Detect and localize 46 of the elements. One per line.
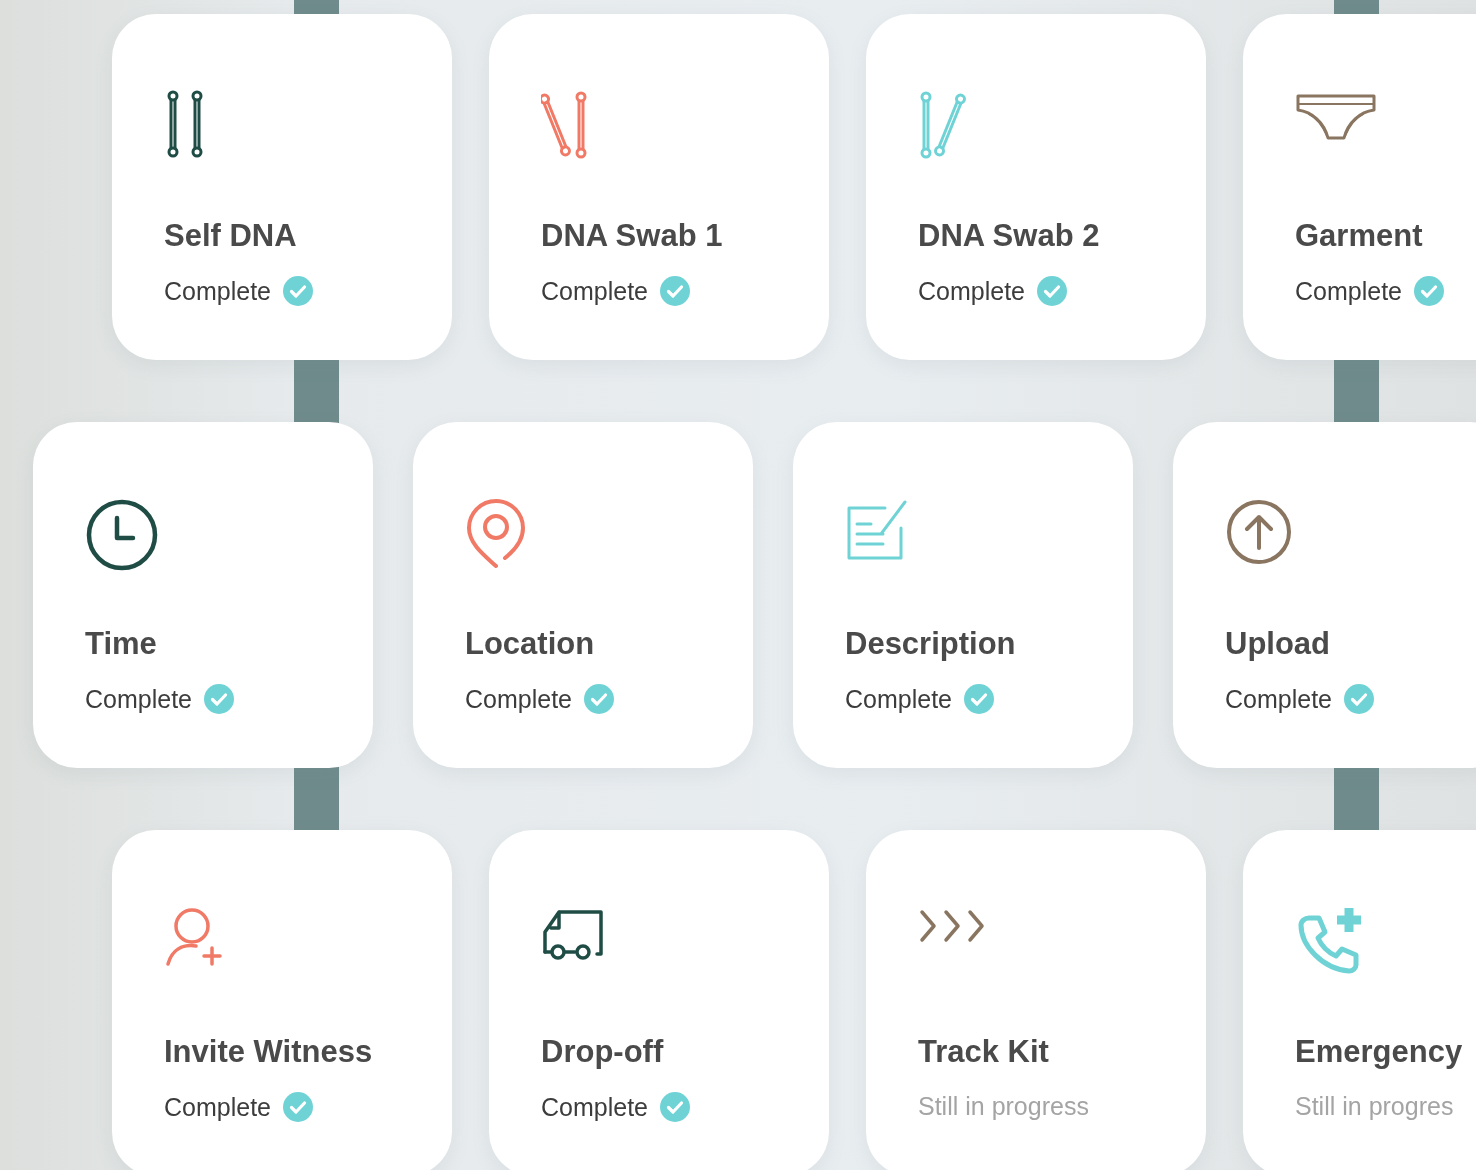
task-card[interactable]: DNA Swab 2 Complete [866,14,1206,360]
card-title: Track Kit [918,1034,1050,1070]
check-icon [283,276,313,306]
status-text: Complete [541,1092,648,1122]
card-title: Location [465,626,596,662]
task-card[interactable]: Invite Witness Complete [112,830,452,1170]
card-title: Drop-off [541,1034,665,1070]
check-icon [204,684,234,714]
task-card[interactable]: Time Complete [33,422,373,768]
task-card[interactable]: Description Complete [793,422,1133,768]
status-text: Complete [1295,276,1402,306]
task-card[interactable]: Track Kit Still in progress [866,830,1206,1170]
task-card[interactable]: DNA Swab 1 Complete [489,14,829,360]
card-title: Self DNA [164,218,298,254]
status-text: Complete [918,276,1025,306]
card-title: Description [845,626,1017,662]
status-text: Complete [85,684,192,714]
task-card[interactable]: Upload Complete [1173,422,1476,768]
card-title: Garment [1295,218,1424,254]
task-card[interactable]: Location Complete [413,422,753,768]
check-icon [1037,276,1067,306]
card-title: Upload [1225,626,1332,662]
status-text: Complete [465,684,572,714]
status-text: Complete [164,1092,271,1122]
check-icon [1414,276,1444,306]
check-icon [660,276,690,306]
card-title: DNA Swab 2 [918,218,1101,254]
status-text: Complete [1225,684,1332,714]
status-text: Complete [845,684,952,714]
card-title: Invite Witness [164,1034,374,1070]
task-card[interactable]: Drop-off Complete [489,830,829,1170]
card-title: DNA Swab 1 [541,218,724,254]
card-title: Emergency [1295,1034,1464,1070]
check-icon [964,684,994,714]
task-card[interactable]: Garment Complete [1243,14,1476,360]
check-icon [283,1092,313,1122]
check-icon [1344,684,1374,714]
check-icon [584,684,614,714]
status-text: Complete [541,276,648,306]
status-text: Still in progres [1295,1092,1454,1121]
card-title: Time [85,626,158,662]
status-text: Still in progress [918,1092,1089,1121]
status-text: Complete [164,276,271,306]
task-card[interactable]: Emergency Still in progres [1243,830,1476,1170]
task-card[interactable]: Self DNA Complete [112,14,452,360]
check-icon [660,1092,690,1122]
